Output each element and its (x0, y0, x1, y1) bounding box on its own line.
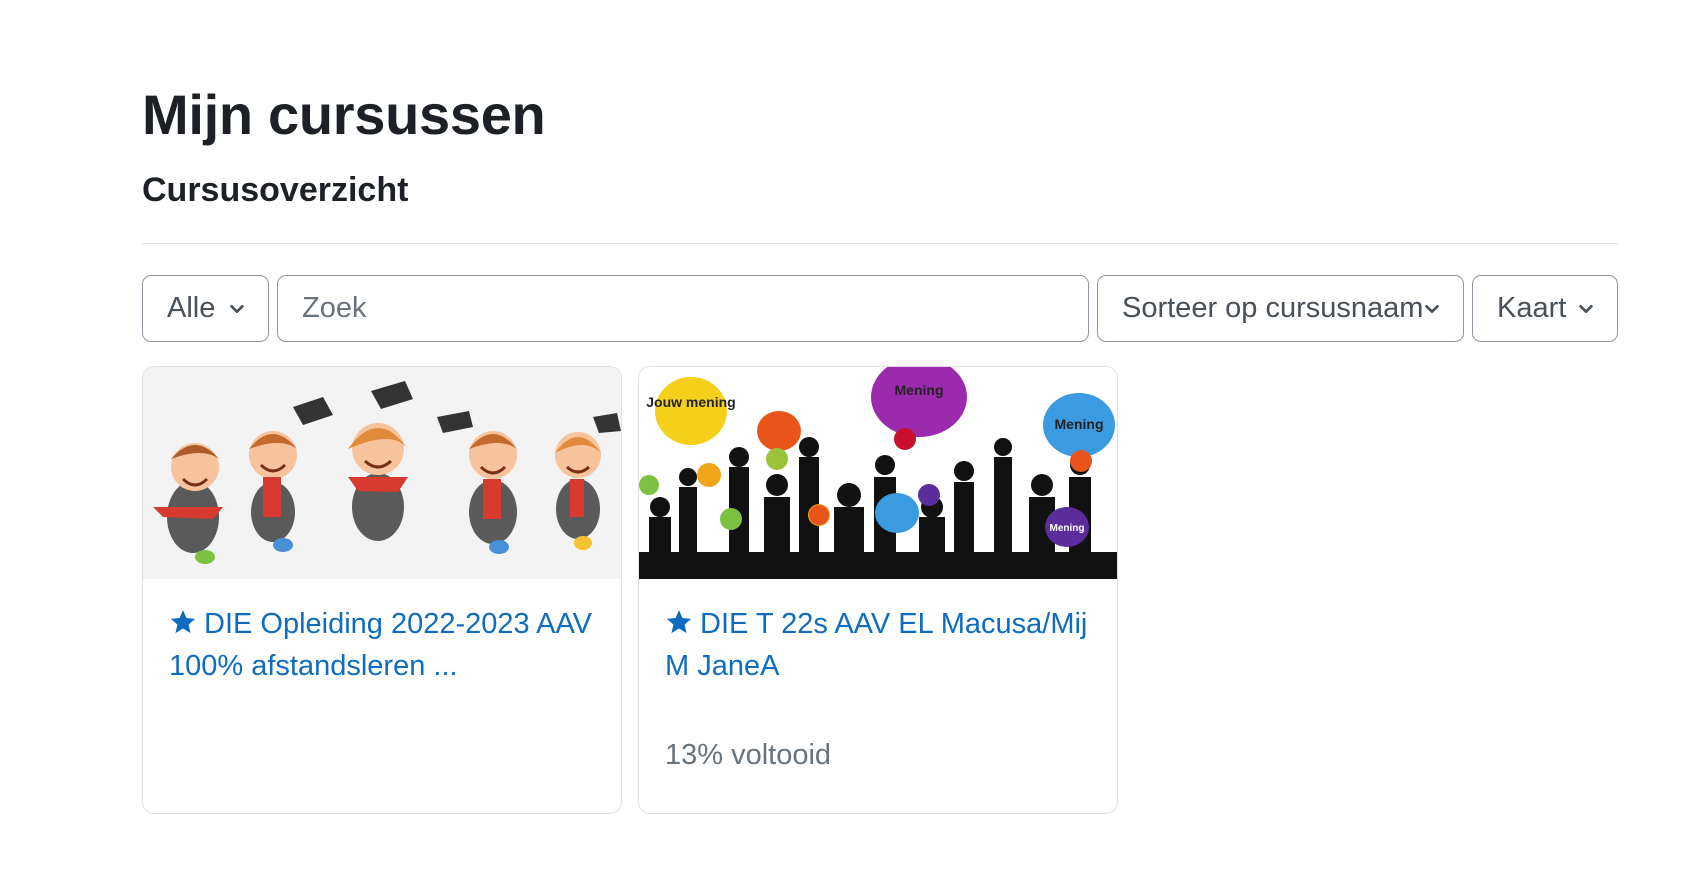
section-title: Cursusoverzicht (142, 171, 409, 209)
chevron-down-icon (1425, 304, 1439, 314)
course-title-link[interactable]: DIE T 22s AAV EL Macusa/Mij M JaneA (665, 603, 1095, 687)
star-icon[interactable] (169, 608, 197, 636)
course-image-opinions[interactable]: Jouw mening Mening Mening Mening (639, 367, 1117, 579)
course-title: DIE T 22s AAV EL Macusa/Mij M JaneA (665, 608, 1088, 682)
page-title: Mijn cursussen (142, 83, 546, 146)
search-placeholder: Zoek (302, 292, 367, 324)
bubble-text: Mening (895, 382, 944, 398)
bubble-text: Mening (1055, 416, 1104, 432)
course-image-graduates[interactable] (143, 367, 621, 579)
sort-select-value: Sorteer op cursusnaam (1122, 292, 1424, 324)
course-progress-text: 13% voltooid (665, 739, 832, 771)
search-input[interactable]: Zoek (277, 275, 1089, 342)
course-card[interactable]: Jouw mening Mening Mening Mening DIE T 2… (638, 366, 1118, 814)
course-title-link[interactable]: DIE Opleiding 2022-2023 AAV 100% afstand… (169, 603, 599, 687)
star-icon[interactable] (665, 608, 693, 636)
course-title: DIE Opleiding 2022-2023 AAV 100% afstand… (169, 608, 593, 682)
grouping-select[interactable]: Alle (142, 275, 269, 342)
my-courses-page: Mijn cursussen Cursusoverzicht Alle Zoek… (0, 0, 1698, 877)
view-select-value: Kaart (1497, 292, 1567, 324)
sort-select[interactable]: Sorteer op cursusnaam (1097, 275, 1464, 342)
bubble-text: Mening (1050, 523, 1085, 534)
grouping-select-value: Alle (167, 292, 216, 324)
chevron-down-icon (230, 304, 244, 314)
chevron-down-icon (1579, 304, 1593, 314)
course-card[interactable]: DIE Opleiding 2022-2023 AAV 100% afstand… (142, 366, 622, 814)
view-select[interactable]: Kaart (1472, 275, 1618, 342)
divider (142, 243, 1618, 244)
bubble-text: Jouw mening (646, 394, 735, 410)
